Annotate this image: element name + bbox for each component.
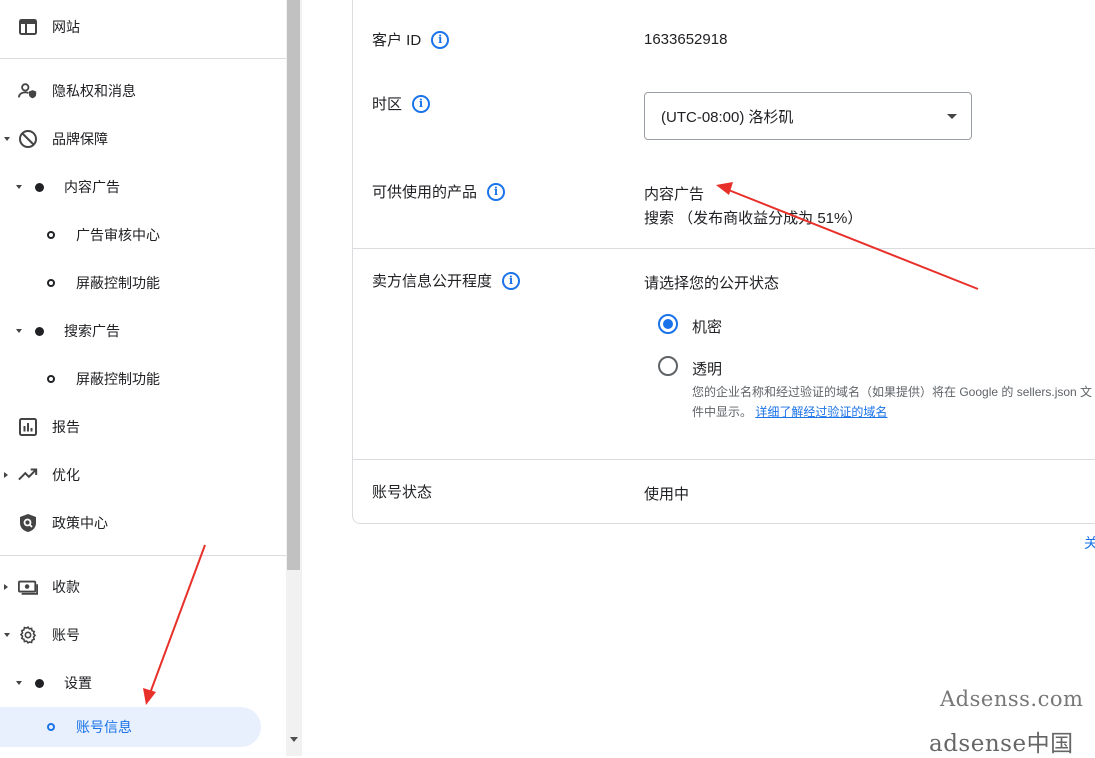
account-status-label: 账号状态: [372, 484, 433, 501]
policy-shield-icon: [18, 513, 38, 533]
watermark-text: Adsenss.com: [940, 687, 1084, 711]
radio-confidential[interactable]: [658, 314, 678, 334]
account-status-value: 使用中: [644, 486, 690, 503]
info-icon[interactable]: i: [487, 182, 506, 201]
block-icon: [18, 129, 38, 149]
customer-id-row-label: 客户 ID i: [372, 29, 450, 50]
bullet-ring-icon: [47, 723, 55, 731]
bullet-dot-icon: [35, 678, 44, 688]
sidebar-item-label: 收款: [52, 579, 80, 595]
sidebar-item-label: 账号: [52, 627, 80, 643]
section-divider: [352, 459, 1095, 460]
sidebar-item-label: 品牌保障: [52, 131, 108, 147]
sidebar-item-label: 屏蔽控制功能: [76, 371, 160, 387]
privacy-person-icon: [18, 81, 38, 101]
sidebar-item-ad-review-center[interactable]: 广告审核中心: [0, 211, 286, 259]
sidebar-item-label: 政策中心: [52, 515, 108, 531]
sidebar-item-optimization[interactable]: 优化: [0, 451, 286, 499]
sidebar-item-account[interactable]: 账号: [0, 611, 286, 659]
section-divider: [352, 248, 1095, 249]
edge-link[interactable]: 关: [1084, 533, 1095, 553]
trending-up-icon: [18, 465, 38, 485]
expand-caret-icon[interactable]: [16, 681, 22, 685]
sidebar-item-content-ads[interactable]: 内容广告: [0, 163, 286, 211]
expand-caret-icon[interactable]: [4, 584, 8, 590]
sidebar-item-reports[interactable]: 报告: [0, 403, 286, 451]
sidebar-item-privacy[interactable]: 隐私权和消息: [0, 67, 286, 115]
account-info-card: [352, 0, 1095, 524]
seller-help-text: 您的企业名称和经过验证的域名（如果提供）将在 Google 的 sellers.…: [692, 382, 1095, 422]
info-icon[interactable]: i: [412, 94, 431, 113]
products-row-label: 可供使用的产品 i: [372, 181, 506, 202]
products-label: 可供使用的产品: [372, 184, 478, 201]
sidebar-item-label: 设置: [64, 675, 92, 691]
timezone-selected-value: (UTC-08:00) 洛杉矶: [661, 108, 794, 126]
payments-icon: [18, 577, 38, 597]
bullet-dot-icon: [35, 182, 44, 192]
customer-id-label: 客户 ID: [372, 32, 422, 49]
seller-visibility-row-label: 卖方信息公开程度 i: [372, 270, 521, 291]
dropdown-arrow-icon: [947, 114, 957, 119]
sidebar-item-payments[interactable]: 收款: [0, 563, 286, 611]
verified-domain-learn-more-link[interactable]: 详细了解经过验证的域名: [755, 405, 887, 419]
customer-id-value: 1633652918: [644, 31, 728, 48]
sidebar-item-label: 优化: [52, 467, 80, 483]
expand-caret-icon[interactable]: [4, 633, 10, 637]
radio-transparent[interactable]: [658, 356, 678, 376]
scroll-down-arrow-icon[interactable]: [290, 737, 298, 742]
info-icon[interactable]: i: [502, 271, 521, 290]
bullet-ring-icon: [47, 231, 55, 239]
web-icon: [18, 17, 38, 37]
sidebar-item-search-ads[interactable]: 搜索广告: [0, 307, 286, 355]
sidebar-item-label: 广告审核中心: [76, 227, 160, 243]
account-status-row-label: 账号状态: [372, 481, 432, 502]
sidebar-nav: 网站 隐私权和消息 品牌保障 内容广告 广告审核中心 屏蔽控制功能 搜索广告 屏…: [0, 0, 286, 756]
seller-visibility-label: 卖方信息公开程度: [372, 273, 493, 290]
sidebar-divider: [0, 555, 286, 556]
sidebar-divider: [0, 58, 286, 59]
timezone-select[interactable]: (UTC-08:00) 洛杉矶: [644, 92, 972, 140]
expand-caret-icon[interactable]: [4, 137, 10, 141]
radio-confidential-label[interactable]: 机密: [692, 316, 722, 337]
product-search: 搜索 （发布商收益分成为 51%）: [644, 210, 863, 227]
sidebar-scrollbar[interactable]: [286, 0, 302, 756]
product-content-ads: 内容广告: [644, 186, 705, 203]
sidebar-item-policy-center[interactable]: 政策中心: [0, 499, 286, 547]
expand-caret-icon[interactable]: [4, 472, 8, 478]
sidebar-item-label: 屏蔽控制功能: [76, 275, 160, 291]
sidebar-item-label: 隐私权和消息: [52, 83, 136, 99]
sidebar-item-brand-safety[interactable]: 品牌保障: [0, 115, 286, 163]
bar-chart-icon: [18, 417, 38, 437]
bullet-ring-icon: [47, 279, 55, 287]
sidebar-item-websites[interactable]: 网站: [0, 3, 286, 51]
sidebar-item-label: 搜索广告: [64, 323, 120, 339]
sidebar-item-settings[interactable]: 设置: [0, 659, 286, 707]
sidebar-item-label: 账号信息: [76, 719, 132, 735]
sidebar-item-account-info[interactable]: 账号信息: [0, 707, 261, 747]
scrollbar-thumb[interactable]: [287, 0, 300, 570]
bullet-ring-icon: [47, 375, 55, 383]
sidebar-item-label: 网站: [52, 19, 80, 35]
expand-caret-icon[interactable]: [16, 185, 22, 189]
bullet-dot-icon: [35, 326, 44, 336]
timezone-row-label: 时区 i: [372, 93, 431, 114]
account-info-panel: 客户 ID i 1633652918 时区 i (UTC-08:00) 洛杉矶 …: [302, 0, 1095, 757]
seller-visibility-prompt: 请选择您的公开状态: [644, 275, 780, 292]
radio-transparent-label[interactable]: 透明: [692, 358, 722, 379]
sidebar-item-blocking-controls[interactable]: 屏蔽控制功能: [0, 259, 286, 307]
watermark-text: adsense中国: [929, 731, 1074, 757]
sidebar-item-label: 报告: [52, 419, 80, 435]
sidebar-item-search-blocking-controls[interactable]: 屏蔽控制功能: [0, 355, 286, 403]
info-icon[interactable]: i: [431, 30, 450, 49]
timezone-label: 时区: [372, 96, 403, 113]
expand-caret-icon[interactable]: [16, 329, 22, 333]
sidebar-item-label: 内容广告: [64, 179, 120, 195]
seller-help-body: 您的企业名称和经过验证的域名（如果提供）将在 Google 的 sellers.…: [692, 385, 1093, 419]
settings-gear-icon: [18, 625, 38, 645]
